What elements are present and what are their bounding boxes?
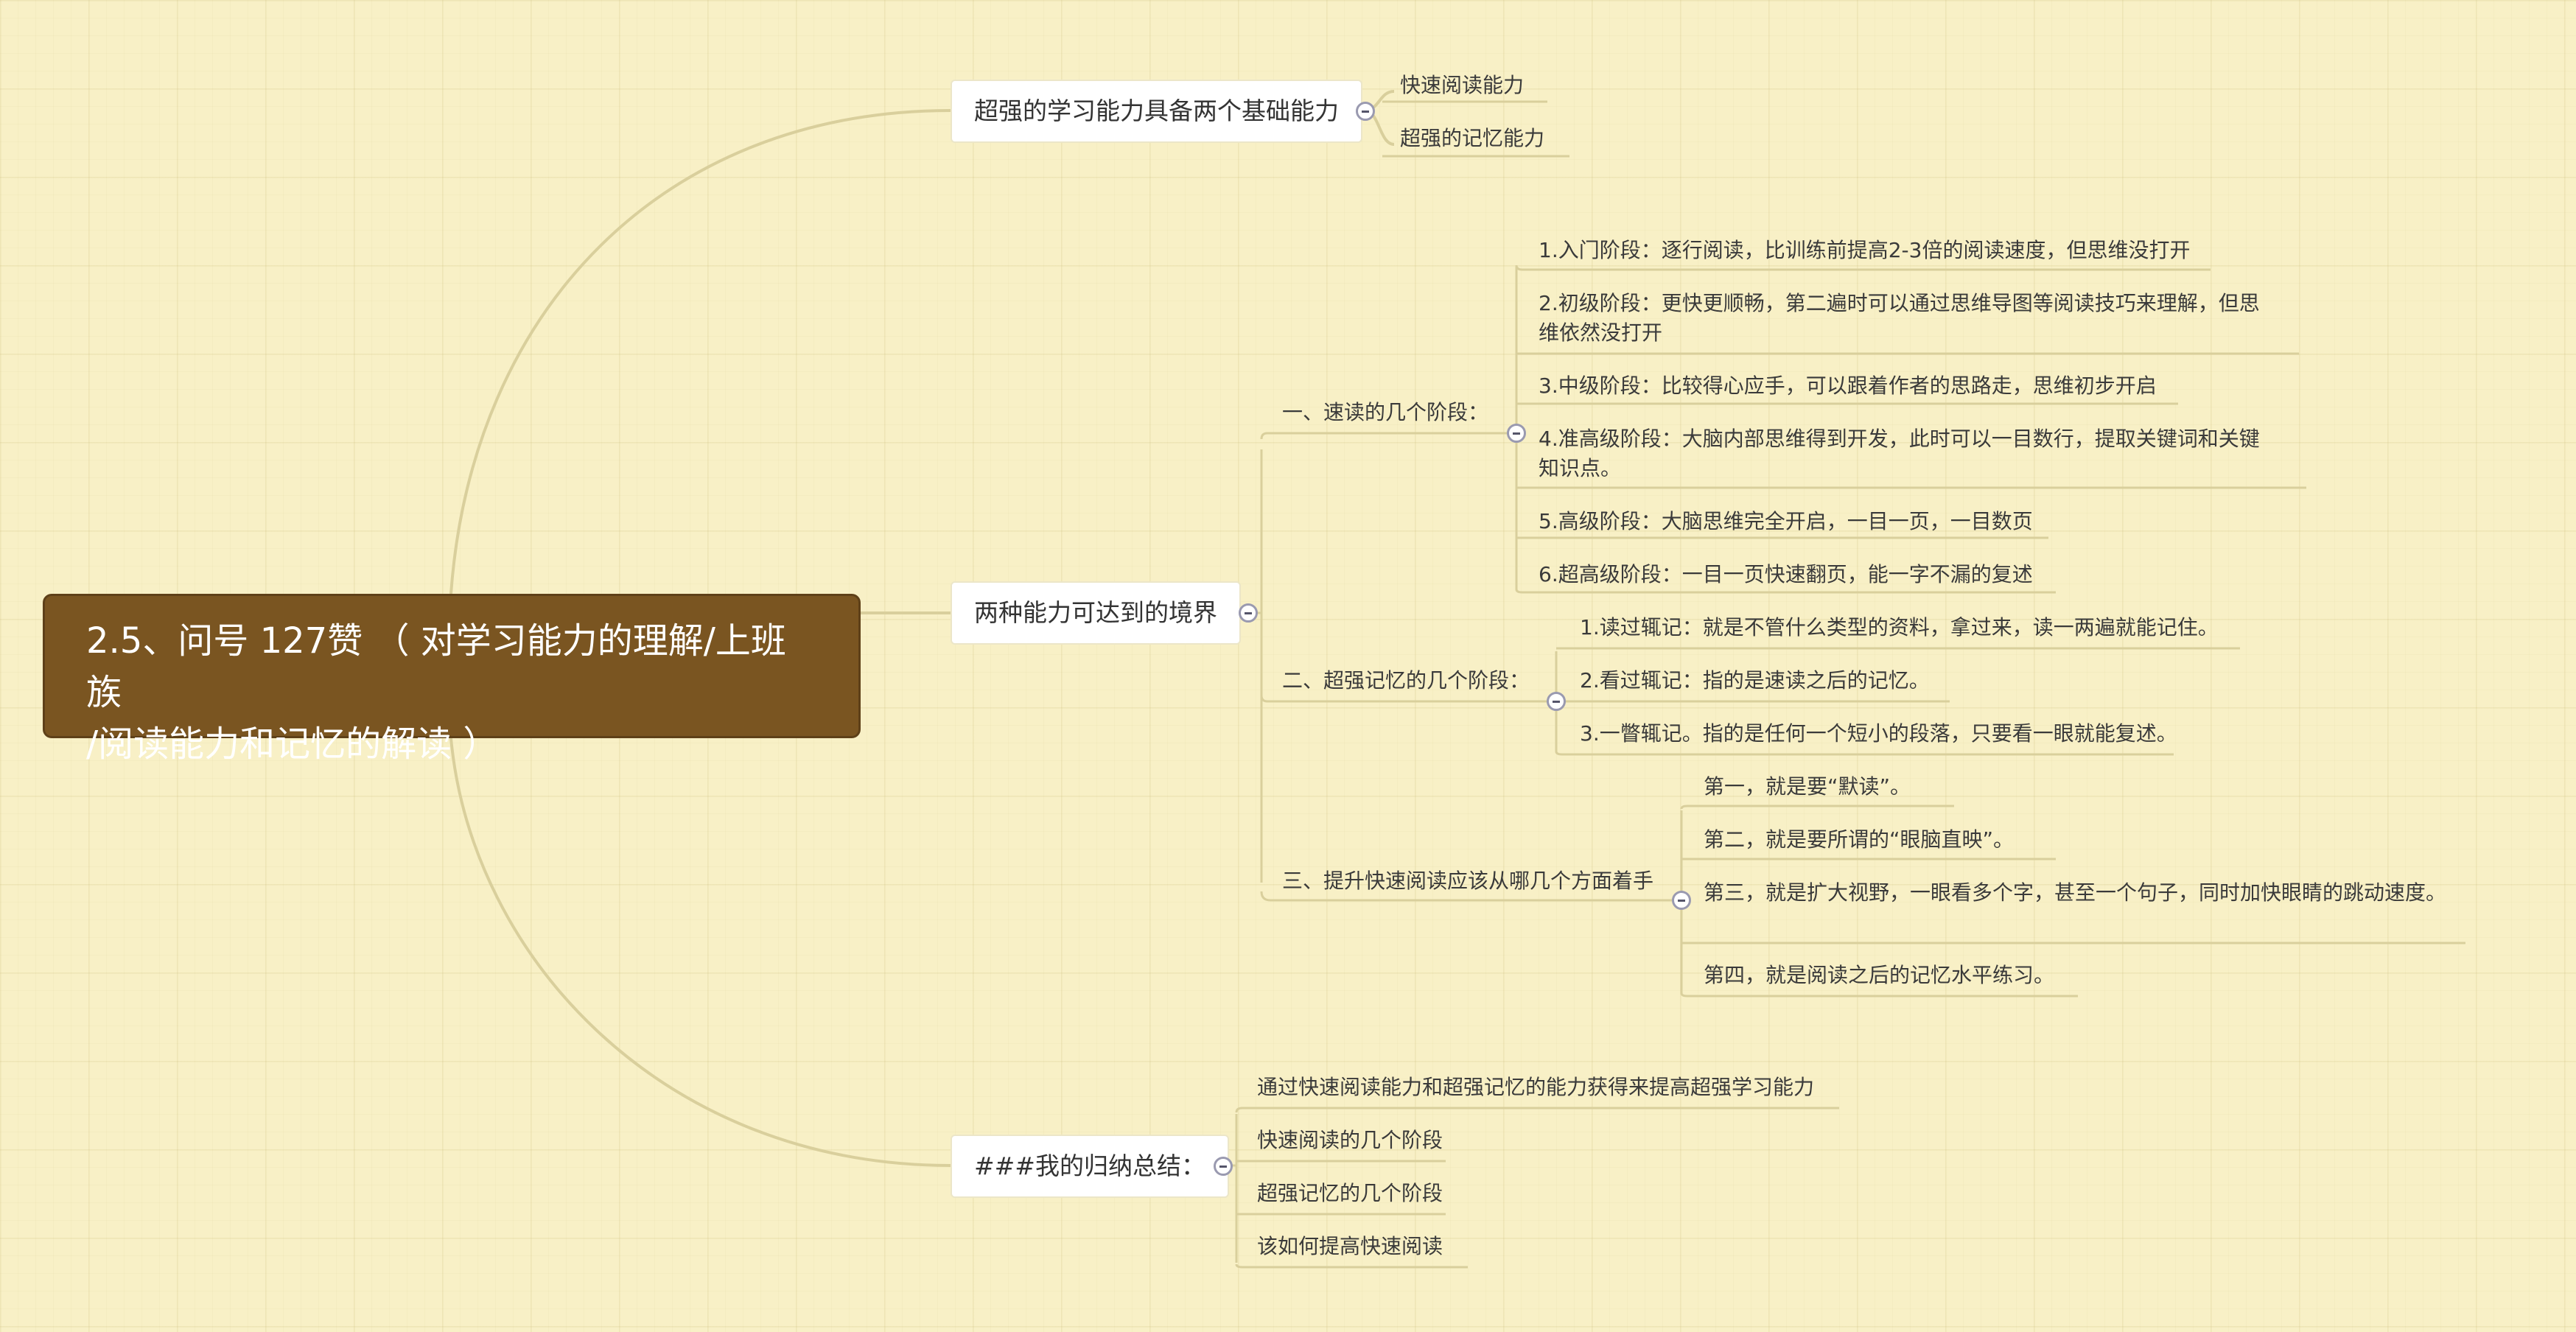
leaf-summary-main[interactable]: 通过快速阅读能力和超强记忆的能力获得来提高超强学习能力	[1257, 1073, 1814, 1102]
collapse-toggle-sub1[interactable]	[1507, 424, 1526, 443]
leaf-method-fourth[interactable]: 第四，就是阅读之后的记忆水平练习。	[1704, 961, 2054, 990]
collapse-toggle-sub3[interactable]	[1672, 891, 1691, 910]
branch-achievable-levels[interactable]: 两种能力可达到的境界	[951, 581, 1241, 645]
underline-b3-4	[1235, 1263, 1468, 1269]
underline-s1-1	[1515, 264, 2211, 271]
underline-sub2	[1260, 695, 1556, 703]
underline-s2-3	[1555, 751, 2174, 756]
underline-b3-1	[1235, 1107, 1839, 1113]
underline-s3-4	[1680, 992, 2078, 998]
leaf-summary-reading-stages[interactable]: 快速阅读的几个阶段	[1257, 1126, 1443, 1155]
subtopic-memory-stages[interactable]: 二、超强记忆的几个阶段：	[1282, 666, 1530, 695]
leaf-stage-beginner[interactable]: 2.初级阶段：更快更顺畅，第二遍时可以通过思维导图等阅读技巧来理解，但思维依然没…	[1539, 289, 2275, 348]
leaf-method-second[interactable]: 第二，就是要所谓的“眼脑直映”。	[1704, 825, 2014, 855]
leaf-stage-intermediate[interactable]: 3.中级阶段：比较得心应手，可以跟着作者的思路走，思维初步开启	[1539, 371, 2157, 401]
leaf-stage-entry[interactable]: 1.入门阶段：逐行阅读，比训练前提高2-3倍的阅读速度，但思维没打开	[1539, 236, 2190, 265]
leaf-summary-improve-reading[interactable]: 该如何提高快速阅读	[1257, 1232, 1443, 1261]
connector-root-branch3	[449, 737, 951, 1167]
root-topic-line1: 2.5、问号 127赞 （ 对学习能力的理解/上班族	[86, 620, 786, 713]
connector-root-branch1	[449, 109, 951, 595]
collapse-toggle-branch1[interactable]	[1356, 102, 1375, 121]
subtopic-improve-reading[interactable]: 三、提升快速阅读应该从哪几个方面着手	[1282, 866, 1653, 896]
branch-basic-abilities[interactable]: 超强的学习能力具备两个基础能力	[951, 80, 1362, 143]
collapse-toggle-branch2[interactable]	[1239, 603, 1258, 623]
leaf-memory-read[interactable]: 1.读过辄记：就是不管什么类型的资料，拿过来，读一两遍就能记住。	[1580, 613, 2219, 642]
leaf-method-first[interactable]: 第一，就是要“默读”。	[1704, 772, 1911, 802]
leaf-stage-super-advanced[interactable]: 6.超高级阶段：一目一页快速翻页，能一字不漏的复述	[1539, 560, 2033, 589]
underline-sub1	[1260, 432, 1516, 440]
branch-my-summary[interactable]: ###我的归纳总结：	[951, 1135, 1229, 1198]
leaf-stage-advanced[interactable]: 5.高级阶段：大脑思维完全开启，一目一页，一目数页	[1539, 507, 2033, 536]
leaf-memory-view[interactable]: 2.看过辄记：指的是速读之后的记忆。	[1580, 666, 1930, 695]
root-topic-line2: /阅读能力和记忆的解读 ）	[86, 723, 499, 765]
underline-s3-1	[1680, 805, 1954, 810]
leaf-memory-glance[interactable]: 3.一瞥辄记。指的是任何一个短小的段落，只要看一眼就能复述。	[1580, 719, 2177, 749]
leaf-fast-reading-ability[interactable]: 快速阅读能力	[1400, 71, 1524, 100]
underline-s1-6	[1515, 589, 2056, 594]
subtopic-speed-reading-stages[interactable]: 一、速读的几个阶段：	[1282, 398, 1488, 427]
leaf-summary-memory-stages[interactable]: 超强记忆的几个阶段	[1257, 1179, 1443, 1208]
collapse-toggle-branch3[interactable]	[1214, 1157, 1233, 1176]
connector-branch2-trunk	[1248, 449, 1263, 883]
leaf-stage-pre-advanced[interactable]: 4.准高级阶段：大脑内部思维得到开发，此时可以一目数行，提取关键词和关键知识点。	[1539, 424, 2275, 483]
leaf-memory-ability[interactable]: 超强的记忆能力	[1400, 124, 1544, 153]
root-topic[interactable]: 2.5、问号 127赞 （ 对学习能力的理解/上班族 /阅读能力和记忆的解读 ）	[43, 594, 861, 765]
leaf-method-third[interactable]: 第三，就是扩大视野，一眼看多个字，甚至一个句子，同时加快眼睛的跳动速度。	[1704, 878, 2448, 908]
collapse-toggle-sub2[interactable]	[1547, 692, 1566, 711]
